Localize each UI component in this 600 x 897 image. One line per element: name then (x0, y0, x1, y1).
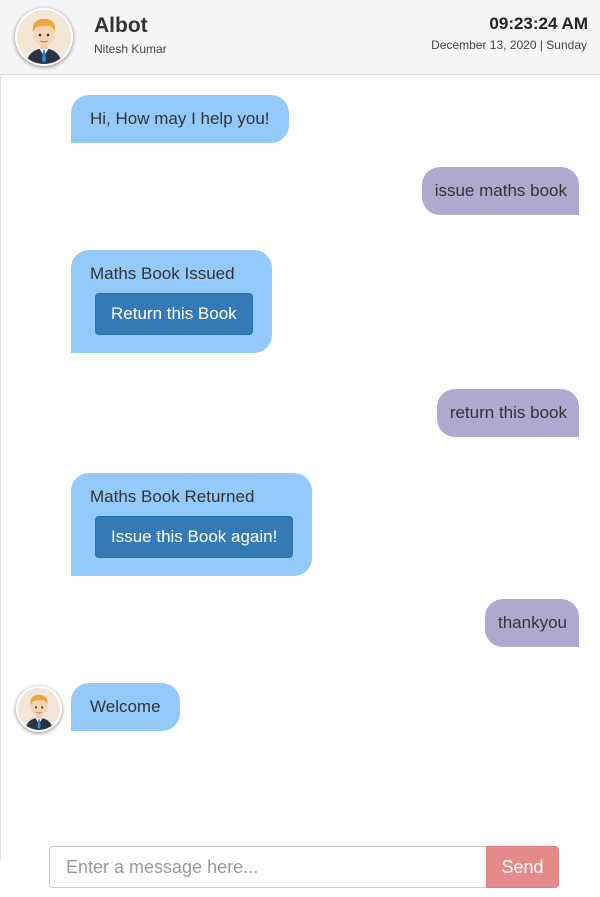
bot-message: Hi, How may I help you! (71, 95, 289, 143)
message-text: Maths Book Returned (90, 487, 255, 506)
message-text: issue maths book (434, 181, 567, 200)
bot-name: Albot (94, 14, 148, 37)
message-text: Welcome (90, 697, 161, 716)
message-text: return this book (449, 403, 567, 422)
clock-time: 09:23:24 AM (489, 14, 588, 33)
bot-avatar-icon (18, 688, 60, 730)
message-input[interactable] (49, 846, 487, 888)
bot-message: Maths Book Issued Return this Book (71, 250, 272, 353)
message-text: Hi, How may I help you! (90, 109, 270, 128)
message-text: Maths Book Issued (90, 264, 235, 283)
message-text: thankyou (498, 613, 567, 632)
message-composer: Send (49, 846, 559, 888)
bot-message: Maths Book Returned Issue this Book agai… (71, 473, 313, 576)
return-book-button[interactable]: Return this Book (95, 293, 253, 335)
issue-book-again-button[interactable]: Issue this Book again! (95, 516, 294, 558)
chat-header: Albot Nitesh Kumar 09:23:24 AM December … (0, 0, 600, 75)
send-button[interactable]: Send (486, 846, 559, 888)
clock-date: December 13, 2020 | Sunday (431, 38, 587, 52)
user-name: Nitesh Kumar (94, 42, 167, 56)
user-message: thankyou (485, 599, 579, 647)
user-message: issue maths book (421, 167, 579, 215)
bot-message: Welcome (71, 683, 180, 731)
user-message: return this book (436, 389, 579, 437)
bot-avatar-icon (17, 10, 71, 64)
